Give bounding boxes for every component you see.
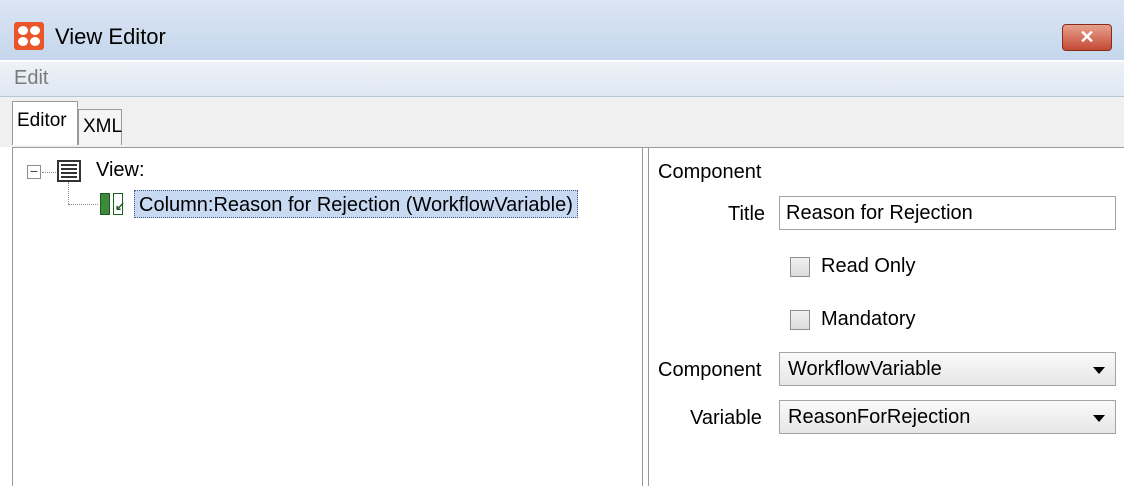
chevron-down-icon xyxy=(1093,415,1105,422)
title-bar: View Editor ✕ xyxy=(0,0,1124,60)
tab-editor[interactable]: Editor xyxy=(12,101,78,145)
chevron-down-icon xyxy=(1093,367,1105,374)
close-button[interactable]: ✕ xyxy=(1062,24,1112,51)
variable-select[interactable]: ReasonForRejection xyxy=(779,400,1116,434)
component-label: Component xyxy=(658,359,762,381)
component-select[interactable]: WorkflowVariable xyxy=(779,352,1116,386)
tab-strip: Editor XML xyxy=(0,97,1124,147)
menu-item-edit[interactable]: Edit xyxy=(14,67,48,90)
component-value: WorkflowVariable xyxy=(788,358,942,380)
title-field[interactable]: Reason for Rejection xyxy=(779,196,1116,230)
editor-panels: − View: ↙ Column:Reason for Rejection (W… xyxy=(12,147,1124,486)
tree-node-column[interactable]: Column:Reason for Rejection (WorkflowVar… xyxy=(134,190,578,218)
app-icon xyxy=(14,22,44,50)
section-heading: Component xyxy=(658,161,762,183)
tree-panel: − View: ↙ Column:Reason for Rejection (W… xyxy=(12,148,643,486)
menu-bar: Edit xyxy=(0,62,1124,97)
properties-panel: Component Title Reason for Rejection Rea… xyxy=(648,148,1124,486)
variable-value: ReasonForRejection xyxy=(788,406,971,428)
tree-connector xyxy=(42,172,56,173)
view-list-icon xyxy=(57,160,81,182)
title-label: Title xyxy=(728,203,766,225)
tree-connector xyxy=(68,204,98,205)
collapse-toggle-icon[interactable]: − xyxy=(27,164,41,179)
mandatory-checkbox[interactable] xyxy=(790,310,810,330)
mandatory-label: Mandatory xyxy=(821,308,916,330)
tab-xml[interactable]: XML xyxy=(78,109,122,145)
column-icon: ↙ xyxy=(100,193,126,215)
read-only-label: Read Only xyxy=(821,255,916,277)
window-title: View Editor xyxy=(55,24,166,49)
tree-connector xyxy=(68,182,69,204)
variable-label: Variable xyxy=(690,407,762,429)
read-only-checkbox[interactable] xyxy=(790,257,810,277)
tree-node-view[interactable]: View: xyxy=(96,159,145,182)
